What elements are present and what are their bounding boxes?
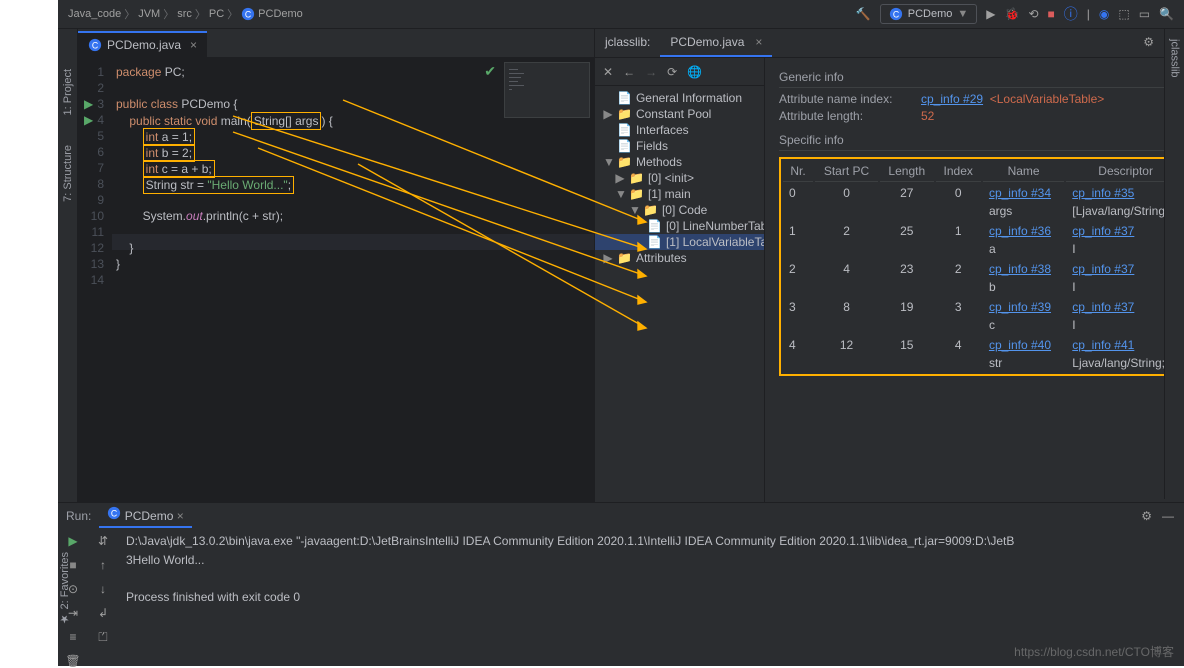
jclass-tab-file[interactable]: PCDemo.java× (660, 29, 772, 57)
minimize-icon[interactable]: — (1162, 509, 1174, 523)
scroll-icon[interactable]: ⏍ (98, 630, 107, 645)
jclass-detail: Generic info Attribute name index:cp_inf… (765, 58, 1184, 502)
up-down-icon[interactable]: ⇵ (98, 534, 108, 548)
highlight-str: String str = "Hello World..."; (143, 176, 294, 194)
find-icon[interactable]: ⬚ (1118, 7, 1129, 21)
forward-icon[interactable]: → (645, 65, 657, 79)
inspection-ok-icon[interactable]: ✔ (484, 63, 496, 80)
table-row[interactable]: 00270cp_info #34cp_info #35 (783, 184, 1184, 202)
table-row: aI (783, 242, 1184, 258)
project-tool-tab[interactable]: 1: Project (62, 69, 74, 115)
svg-text:C: C (245, 10, 251, 20)
down-icon[interactable]: ↓ (100, 582, 106, 596)
more-icon[interactable]: ≡ (69, 630, 76, 644)
jclass-tabs: jclasslib: PCDemo.java× ⚙ — (595, 29, 1184, 58)
cp-link[interactable]: cp_info #29 (921, 92, 983, 106)
table-header: Nr.Start PCLengthIndexNameDescriptor (783, 161, 1184, 182)
crumb[interactable]: src (177, 8, 192, 20)
editor-tab[interactable]: C PCDemo.java × (78, 31, 207, 57)
editor-pane: C PCDemo.java × 1234 5678 9101112 1314 p… (78, 29, 594, 502)
close-icon[interactable]: × (755, 35, 762, 49)
close-icon[interactable]: ✕ (603, 65, 613, 79)
coverage-button[interactable]: ⟲ (1028, 7, 1038, 21)
table-row[interactable]: 12251cp_info #36cp_info #37 (783, 222, 1184, 240)
table-row[interactable]: 412154cp_info #40cp_info #41 (783, 336, 1184, 354)
code-area[interactable]: package PC; public class PCDemo { public… (112, 58, 594, 502)
class-icon: C (889, 7, 903, 21)
build-icon[interactable]: 🔨 (856, 7, 871, 21)
favorites-strip: ★ 2: Favorites (58, 552, 78, 626)
svg-text:C: C (893, 10, 899, 20)
tab-label: PCDemo.java (107, 38, 181, 52)
local-variable-table: Nr.Start PCLengthIndexNameDescriptor 002… (779, 157, 1184, 376)
table-row: args[Ljava/lang/String; (783, 204, 1184, 220)
top-bar: Java_code〉 JVM〉 src〉 PC〉 C PCDemo 🔨 C PC… (58, 0, 1184, 29)
globe-icon[interactable]: 🌐 (687, 65, 702, 79)
table-row[interactable]: 24232cp_info #38cp_info #37 (783, 260, 1184, 278)
crumb[interactable]: Java_code (68, 8, 121, 20)
left-tool-strip: 1: Project 7: Structure (58, 29, 78, 502)
breadcrumb[interactable]: Java_code〉 JVM〉 src〉 PC〉 C PCDemo (68, 6, 303, 22)
run-tool-window: Run: C PCDemo × ⚙— ▶ ■ ⊙ ⇥ ≡ 🗑 ⇵ ↑ ↓ ↲ ⏍… (58, 502, 1184, 666)
stop-button[interactable]: ■ (1048, 7, 1055, 21)
watermark: https://blog.csdn.net/CTO博客 (1014, 643, 1174, 660)
table-row[interactable]: 38193cp_info #39cp_info #37 (783, 298, 1184, 316)
jclasslib-pane: jclasslib: PCDemo.java× ⚙ — ✕ ← → ⟳ 🌐 (594, 29, 1184, 502)
svg-text:C: C (92, 41, 98, 51)
up-icon[interactable]: ↑ (100, 558, 106, 572)
refresh-icon[interactable]: ⟳ (667, 65, 677, 79)
minimap[interactable]: ▬▬▬▬▬▬▬▬▬▬▬▬▬▬▬▬▬▬▬▬▬ (504, 62, 590, 118)
jclasslib-tool-tab[interactable]: jclasslib (1169, 39, 1181, 78)
generic-info-header: Generic info (779, 70, 1184, 88)
right-tool-strip: jclasslib (1164, 29, 1184, 499)
run-config-select[interactable]: C PCDemo ▼ (880, 4, 978, 24)
sep: | (1087, 7, 1090, 21)
editor-body[interactable]: 1234 5678 9101112 1314 package PC; publi… (78, 58, 594, 502)
rerun-icon[interactable]: ▶ (68, 534, 77, 548)
jclass-tree[interactable]: 📄General Information ▶📁Constant Pool 📄In… (595, 86, 764, 502)
close-icon[interactable]: × (190, 38, 197, 52)
table-row: cI (783, 318, 1184, 334)
run-button[interactable]: ▶ (986, 7, 995, 21)
crumb[interactable]: PC (209, 8, 224, 20)
structure-tool-tab[interactable]: 7: Structure (62, 145, 74, 202)
crumb[interactable]: PCDemo (258, 8, 303, 20)
highlight-args: String[] args (251, 112, 322, 130)
class-icon: C (88, 38, 102, 52)
debug-button[interactable]: 🐞 (1004, 7, 1019, 21)
table-row: bI (783, 280, 1184, 296)
jclass-nav: ✕ ← → ⟳ 🌐 📄General Information ▶📁Constan… (595, 58, 765, 502)
run-tab[interactable]: C PCDemo × (99, 503, 191, 528)
layout-icon[interactable]: ▭ (1139, 7, 1150, 21)
tree-node-lvt[interactable]: 📄[1] LocalVariableTable (595, 234, 764, 250)
gutter: 1234 5678 9101112 1314 (78, 58, 112, 502)
back-icon[interactable]: ← (623, 65, 635, 79)
ide-window: Java_code〉 JVM〉 src〉 PC〉 C PCDemo 🔨 C PC… (58, 0, 1184, 666)
svg-text:C: C (111, 509, 117, 519)
search-icon[interactable]: 🔍 (1159, 7, 1174, 21)
update-icon[interactable]: ◉ (1099, 7, 1109, 21)
run-config-name: PCDemo (908, 8, 953, 20)
run-label: Run: (66, 509, 91, 523)
table-row: strLjava/lang/String; (783, 356, 1184, 372)
gear-icon[interactable]: ⚙ (1143, 35, 1154, 49)
gear-icon[interactable]: ⚙ (1141, 509, 1152, 523)
run-side-toolbar2: ⇵ ↑ ↓ ↲ ⏍ (88, 528, 118, 668)
jclass-tab-lib[interactable]: jclasslib: (595, 29, 660, 57)
crumb[interactable]: JVM (138, 8, 160, 20)
main-area: 1: Project 7: Structure C PCDemo.java × … (58, 29, 1184, 502)
favorites-tool-tab[interactable]: ★ 2: Favorites (58, 552, 71, 626)
info-icon[interactable]: ⓘ (1064, 4, 1078, 24)
wrap-icon[interactable]: ↲ (98, 606, 108, 620)
specific-info-header: Specific info (779, 133, 1184, 151)
jclass-nav-toolbar: ✕ ← → ⟳ 🌐 (595, 58, 764, 86)
editor-tabs: C PCDemo.java × (78, 29, 594, 58)
class-icon: C (241, 7, 255, 21)
